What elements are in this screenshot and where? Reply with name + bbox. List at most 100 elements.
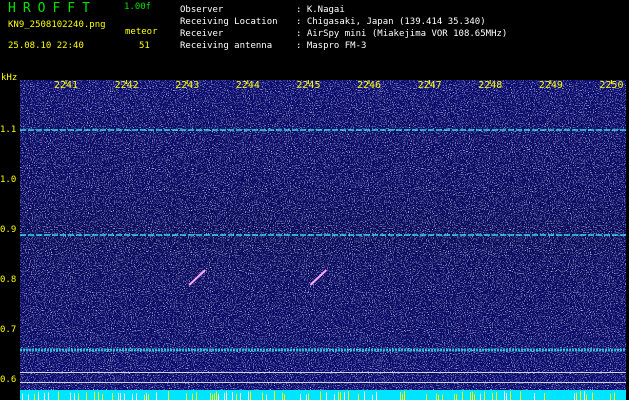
app-version: 1.00f <box>124 2 152 12</box>
noise-spike <box>400 392 401 400</box>
noise-spike <box>48 392 49 400</box>
info-row-receiver: Receiver : AirSpy mini (Miakejima VOR 10… <box>180 28 507 40</box>
y-tick-label: 1.1 <box>0 125 17 135</box>
capture-datetime: 25.08.10 22:40 <box>8 41 84 51</box>
detection-mode: meteor <box>125 27 158 37</box>
info-row-location: Receiving Location : Chigasaki, Japan (1… <box>180 16 507 28</box>
noise-spike <box>274 391 275 400</box>
y-tick-label: 0.9 <box>0 225 17 235</box>
noise-spike <box>300 394 301 400</box>
noise-spike <box>484 391 485 400</box>
x-tick-label: 2247 <box>417 80 442 91</box>
noise-spike <box>196 392 197 400</box>
noise-spike <box>248 391 249 400</box>
x-tick-label: 2241 <box>54 80 79 91</box>
noise-spike <box>510 391 511 400</box>
noise-spike <box>372 394 373 400</box>
info-key: Receiving antenna <box>180 41 273 51</box>
noise-spike <box>192 393 193 400</box>
x-tick-label: 2250 <box>599 80 624 91</box>
noise-spike <box>282 392 283 400</box>
noise-spike <box>112 393 113 400</box>
noise-spike <box>426 394 427 400</box>
noise-spike <box>338 391 339 400</box>
noise-spike <box>574 393 575 400</box>
noise-spike <box>262 392 263 400</box>
noise-spike <box>212 394 213 400</box>
noise-spike <box>94 392 95 400</box>
noise-spike <box>132 394 133 400</box>
noise-spike <box>584 391 585 400</box>
x-tick-label: 2248 <box>478 80 503 91</box>
detection-count: 51 <box>139 41 150 51</box>
noise-spike <box>266 394 267 400</box>
noise-spike <box>610 393 611 400</box>
noise-spike <box>496 392 497 400</box>
info-key: Receiving Location <box>180 17 278 27</box>
noise-spike <box>348 391 349 400</box>
y-tick-label: 1.0 <box>0 175 17 185</box>
noise-spike <box>358 394 359 400</box>
noise-spike <box>136 393 137 400</box>
noise-spike <box>474 394 475 400</box>
noise-spike <box>144 394 145 400</box>
noise-spike <box>580 391 581 400</box>
noise-spike <box>592 392 593 400</box>
info-value: : AirSpy mini (Miakejima VOR 108.65MHz) <box>296 29 508 39</box>
x-tick-label: 2245 <box>296 80 321 91</box>
noise-spike <box>576 392 577 400</box>
info-value: : Chigasaki, Japan (139.414 35.340) <box>296 17 486 27</box>
noise-spike <box>462 391 463 400</box>
noise-spike <box>544 393 545 400</box>
noise-spike <box>34 394 35 400</box>
noise-spike <box>44 392 45 400</box>
noise-spike <box>210 392 211 400</box>
noise-spike <box>436 393 437 400</box>
noise-spike <box>146 392 147 400</box>
noise-spike <box>70 392 71 400</box>
noise-spike <box>454 393 455 400</box>
info-key: Receiver <box>180 29 224 39</box>
spectrogram <box>20 80 626 400</box>
noise-spike <box>520 391 521 400</box>
noise-spike <box>22 393 23 400</box>
station-info: Observer : K.Nagai Receiving Location : … <box>180 4 507 52</box>
noise-spike <box>86 392 87 400</box>
app-title: HROFFT <box>8 1 97 16</box>
noise-spike <box>250 391 251 400</box>
image-filename: KN9_2508102240.png <box>8 20 106 30</box>
noise-spike <box>120 393 121 400</box>
noise-spike <box>438 394 439 400</box>
noise-spike <box>470 392 471 400</box>
noise-floor-band <box>20 390 626 400</box>
y-tick-label: 0.6 <box>0 375 17 385</box>
noise-spike <box>98 392 99 400</box>
noise-spike <box>28 394 29 400</box>
noise-spike <box>320 391 321 400</box>
noise-spike <box>186 393 187 400</box>
y-axis-unit: kHz <box>1 73 18 83</box>
noise-spike <box>156 392 157 400</box>
noise-spike <box>308 393 309 400</box>
noise-spike <box>226 391 227 400</box>
x-tick-label: 2246 <box>357 80 382 91</box>
noise-spike <box>224 392 225 400</box>
noise-spike <box>58 391 59 400</box>
noise-spike <box>504 391 505 400</box>
noise-spike <box>404 391 405 400</box>
noise-spike <box>306 394 307 400</box>
info-value: : K.Nagai <box>296 5 345 15</box>
noise-spike <box>340 392 341 400</box>
noise-spike <box>402 394 403 400</box>
noise-spike <box>118 392 119 400</box>
noise-spike <box>534 393 535 400</box>
noise-spike <box>284 394 285 400</box>
y-tick-label: 0.8 <box>0 275 17 285</box>
noise-spike <box>586 394 587 400</box>
noise-spike <box>344 392 345 400</box>
info-row-observer: Observer : K.Nagai <box>180 4 507 16</box>
noise-spike <box>376 391 377 400</box>
info-key: Observer <box>180 5 224 15</box>
noise-spike <box>240 393 241 400</box>
noise-spike <box>480 393 481 400</box>
